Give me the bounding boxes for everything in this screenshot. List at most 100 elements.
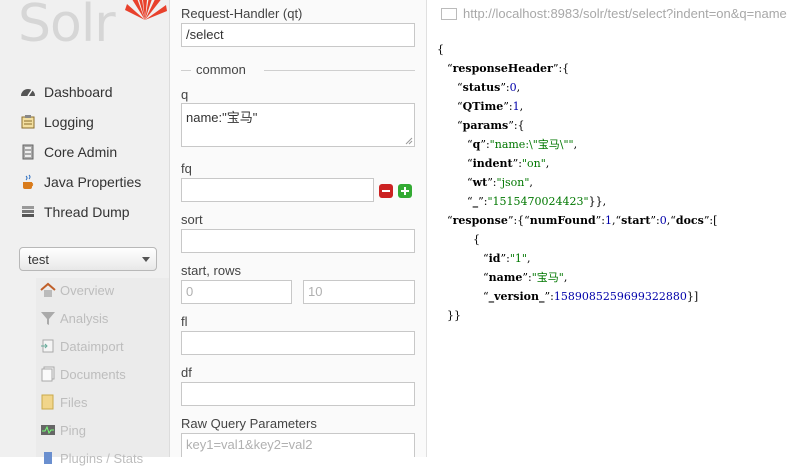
- json-key: start: [621, 214, 651, 227]
- json-key: params: [462, 119, 509, 132]
- divider: [264, 70, 415, 71]
- json-key: docs: [675, 214, 704, 227]
- q-textarea[interactable]: name:"宝马": [181, 103, 415, 147]
- core-menu-label: Overview: [60, 282, 115, 298]
- core-menu-ping[interactable]: Ping: [40, 419, 86, 441]
- nav-label: Java Properties: [44, 174, 142, 190]
- core-menu-plugins[interactable]: Plugins / Stats: [40, 447, 143, 469]
- home-icon: [40, 282, 56, 298]
- request-handler-input[interactable]: /select: [181, 23, 415, 47]
- nav-java-properties[interactable]: Java Properties: [20, 170, 141, 194]
- fl-input[interactable]: [181, 331, 415, 355]
- core-menu-label: Analysis: [60, 310, 109, 326]
- core-menu-overview[interactable]: Overview: [40, 279, 114, 301]
- json-response: { “responseHeader”:{ “status”:0, “QTime”…: [437, 43, 718, 322]
- logging-icon: [20, 114, 36, 130]
- core-menu: Overview Analysis Dataimport Documents F…: [36, 278, 169, 466]
- json-string: "宝马": [531, 271, 564, 284]
- solr-sun-icon: [125, 0, 167, 20]
- q-value: name:"宝马": [186, 110, 258, 125]
- fq-input[interactable]: [181, 178, 374, 202]
- q-label: q: [181, 87, 189, 102]
- solr-logo[interactable]: Solr: [18, 0, 167, 60]
- core-menu-files[interactable]: Files: [40, 391, 87, 413]
- minus-icon: [382, 190, 390, 192]
- json-key: status: [462, 81, 501, 94]
- core-menu-label: Plugins / Stats: [60, 450, 144, 466]
- json-string: "1": [509, 252, 527, 265]
- filter-icon: [40, 310, 56, 326]
- core-menu-dataimport[interactable]: Dataimport: [40, 335, 124, 357]
- core-menu-documents[interactable]: Documents: [40, 363, 126, 385]
- documents-icon: [40, 366, 56, 382]
- common-legend-text: common: [196, 62, 246, 77]
- nav-label: Core Admin: [44, 144, 118, 160]
- nav-label: Logging: [44, 114, 94, 130]
- rows-placeholder: 10: [308, 284, 323, 299]
- remove-fq-button[interactable]: [379, 184, 393, 198]
- nav-label: Dashboard: [44, 84, 113, 100]
- ping-icon: [40, 422, 56, 438]
- folder-icon: [40, 394, 56, 410]
- plugins-icon: [40, 450, 56, 466]
- nav-logging[interactable]: Logging: [20, 110, 94, 134]
- json-number: 1: [512, 100, 520, 113]
- json-key: q: [472, 138, 481, 151]
- json-key: _version_: [488, 290, 545, 303]
- sort-input[interactable]: [181, 229, 415, 253]
- json-string: "1515470024423": [487, 195, 589, 208]
- sort-label: sort: [181, 212, 203, 227]
- core-menu-label: Ping: [60, 422, 87, 438]
- request-handler-label: Request-Handler (qt): [181, 6, 303, 21]
- common-fieldset-legend: common: [181, 62, 415, 77]
- core-menu-analysis[interactable]: Analysis: [40, 307, 108, 329]
- request-url-link[interactable]: http://localhost:8983/solr/test/select?i…: [441, 6, 787, 21]
- df-label: df: [181, 365, 192, 380]
- start-placeholder: 0: [186, 284, 194, 299]
- logo-text: Solr: [18, 0, 116, 54]
- raw-query-input[interactable]: key1=val1&key2=val2: [181, 433, 415, 457]
- json-key: id: [488, 252, 501, 265]
- raw-query-placeholder: key1=val1&key2=val2: [186, 437, 313, 452]
- json-key: responseHeader: [452, 62, 553, 75]
- core-selector[interactable]: test: [19, 247, 157, 271]
- start-input[interactable]: 0: [181, 280, 292, 304]
- json-string: "name:\"宝马\"": [489, 138, 574, 151]
- dashboard-icon: [20, 84, 36, 100]
- plus-icon: [401, 187, 409, 195]
- json-string: "on": [521, 157, 546, 170]
- nav-core-admin[interactable]: Core Admin: [20, 140, 117, 164]
- resize-handle-icon[interactable]: [405, 137, 413, 145]
- core-menu-label: Files: [60, 394, 88, 410]
- json-key: QTime: [462, 100, 504, 113]
- sidebar: Solr Dashboard Logging Core Admin Java P…: [0, 0, 170, 466]
- json-key: indent: [472, 157, 513, 170]
- fl-label: fl: [181, 314, 188, 329]
- nav-label: Thread Dump: [44, 204, 130, 220]
- dataimport-icon: [40, 338, 56, 354]
- rows-input[interactable]: 10: [303, 280, 415, 304]
- query-form: Request-Handler (qt) /select common q na…: [170, 0, 427, 457]
- request-url: http://localhost:8983/solr/test/select?i…: [463, 6, 787, 21]
- json-number: 0: [509, 81, 517, 94]
- raw-query-label: Raw Query Parameters: [181, 416, 317, 431]
- core-selector-value: test: [28, 251, 49, 267]
- core-menu-label: Dataimport: [60, 338, 124, 354]
- core-menu-label: Documents: [60, 366, 126, 382]
- json-key: numFound: [529, 214, 596, 227]
- fq-label: fq: [181, 161, 192, 176]
- response-panel: http://localhost:8983/solr/test/select?i…: [427, 0, 806, 457]
- add-fq-button[interactable]: [398, 184, 412, 198]
- json-key: _: [472, 195, 479, 208]
- nav-dashboard[interactable]: Dashboard: [20, 80, 113, 104]
- divider: [181, 70, 191, 71]
- core-admin-icon: [20, 144, 36, 160]
- df-input[interactable]: [181, 382, 415, 406]
- json-key: response: [452, 214, 508, 227]
- nav-thread-dump[interactable]: Thread Dump: [20, 200, 130, 224]
- json-key: name: [488, 271, 523, 284]
- json-number: 1589085259699322880: [553, 290, 687, 303]
- json-number: 1: [605, 214, 613, 227]
- start-rows-label: start, rows: [181, 263, 241, 278]
- json-string: "json": [496, 176, 530, 189]
